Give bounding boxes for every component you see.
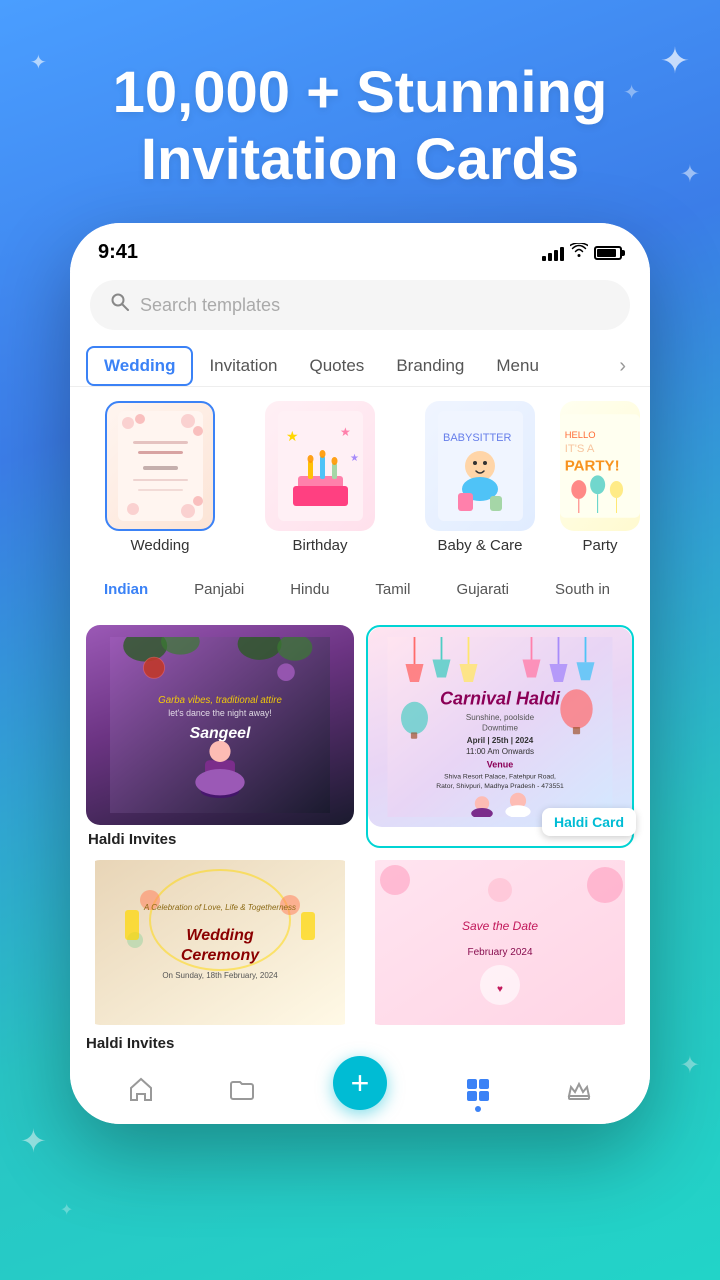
pill-gujarati[interactable]: Gujarati [438, 574, 527, 605]
search-placeholder: Search templates [140, 295, 280, 316]
pill-indian[interactable]: Indian [86, 574, 166, 605]
pill-hindu[interactable]: Hindu [272, 574, 347, 605]
bottom-nav: + [70, 1062, 650, 1124]
signal-icon [542, 245, 564, 261]
tabs-more-arrow[interactable]: › [611, 347, 634, 386]
battery-icon [594, 246, 622, 260]
card-wedding-2[interactable]: Save the Date February 2024 ♥ [366, 860, 634, 1025]
svg-text:February 2024: February 2024 [467, 947, 532, 958]
svg-text:PARTY!: PARTY! [565, 458, 620, 475]
svg-text:HELLO: HELLO [565, 429, 596, 440]
wifi-icon [570, 243, 588, 262]
pill-tamil[interactable]: Tamil [357, 574, 428, 605]
nav-crown[interactable] [565, 1076, 593, 1104]
svg-text:Ceremony: Ceremony [181, 947, 260, 964]
svg-text:Carnival Haldi: Carnival Haldi [440, 689, 561, 709]
haldi-card-badge: Haldi Card [542, 808, 636, 836]
phone-mockup: 9:41 Search [70, 223, 650, 1124]
pill-panjabi[interactable]: Panjabi [176, 574, 262, 605]
pill-south[interactable]: South in [537, 574, 628, 605]
tab-invitation[interactable]: Invitation [193, 346, 293, 386]
template-icon-baby[interactable]: BABYSITTER Baby & Care [400, 401, 560, 554]
status-time: 9:41 [98, 241, 138, 264]
svg-text:♥: ♥ [497, 984, 503, 995]
template-icons-row: Wedding ★ [70, 387, 650, 564]
search-icon [110, 292, 130, 318]
svg-text:11:00 Am Onwards: 11:00 Am Onwards [466, 747, 534, 756]
hero-title-line2: Invitation Cards [141, 127, 579, 192]
card-haldi-invites[interactable]: Garba vibes, traditional attire let's da… [86, 625, 354, 848]
template-icon-wedding[interactable]: Wedding [80, 401, 240, 554]
tab-quotes[interactable]: Quotes [294, 346, 381, 386]
svg-text:Downtime: Downtime [482, 724, 518, 733]
tab-menu[interactable]: Menu [480, 346, 555, 386]
card-carnival-haldi[interactable]: Carnival Haldi Sunshine, poolside Downti… [366, 625, 634, 848]
card-wedding-ceremony[interactable]: A Celebration of Love, Life & Togetherne… [86, 860, 354, 1025]
svg-text:Venue: Venue [487, 760, 514, 770]
cards-grid: Garba vibes, traditional attire let's da… [70, 615, 650, 1035]
fab-create[interactable]: + [333, 1056, 387, 1110]
template-icon-party[interactable]: HELLO IT'S A PARTY! Party [560, 401, 640, 554]
category-tabs: Wedding Invitation Quotes Branding Menu … [70, 346, 650, 387]
search-bar[interactable]: Search templates [90, 280, 630, 330]
nav-templates[interactable] [464, 1076, 492, 1104]
hero-title-line1: 10,000 + Stunning [113, 60, 608, 125]
svg-text:Save the Date: Save the Date [462, 919, 538, 933]
svg-text:April | 25th | 2024: April | 25th | 2024 [467, 737, 534, 746]
svg-text:IT'S A: IT'S A [565, 443, 595, 455]
svg-text:BABYSITTER: BABYSITTER [443, 432, 512, 444]
template-icon-birthday[interactable]: ★ ★ ★ Birthday [240, 401, 400, 554]
svg-text:Sangeel: Sangeel [190, 726, 251, 743]
svg-text:★: ★ [286, 428, 299, 444]
svg-text:On Sunday, 18th February, 2024: On Sunday, 18th February, 2024 [162, 971, 278, 980]
card-haldi-invites-label: Haldi Invites [86, 1035, 354, 1052]
status-icons [542, 243, 622, 262]
svg-text:Rator, Shivpuri, Madhya Prades: Rator, Shivpuri, Madhya Pradesh - 473551 [436, 784, 564, 791]
nav-active-dot [475, 1106, 481, 1112]
hero-section: 10,000 + Stunning Invitation Cards [0, 0, 720, 223]
svg-text:★: ★ [340, 425, 351, 439]
svg-text:Sunshine, poolside: Sunshine, poolside [466, 713, 535, 722]
nav-home[interactable] [127, 1076, 155, 1104]
svg-text:Garba vibes, traditional attir: Garba vibes, traditional attire [158, 695, 282, 706]
nav-folder[interactable] [228, 1076, 256, 1104]
template-label-birthday: Birthday [292, 537, 347, 554]
svg-text:Shiva Resort Palace, Fatehpur: Shiva Resort Palace, Fatehpur Road, [444, 774, 556, 781]
svg-text:Wedding: Wedding [186, 927, 253, 944]
status-bar: 9:41 [70, 223, 650, 272]
svg-text:let's dance the night away!: let's dance the night away! [168, 709, 271, 719]
svg-text:★: ★ [350, 453, 359, 464]
template-label-wedding: Wedding [131, 537, 190, 554]
tab-branding[interactable]: Branding [380, 346, 480, 386]
svg-text:A Celebration of Love, Life &: A Celebration of Love, Life & Togetherne… [143, 903, 296, 912]
template-label-baby: Baby & Care [437, 537, 522, 554]
template-label-party: Party [582, 537, 617, 554]
card-label-haldi-invites: Haldi Invites [86, 831, 354, 848]
filter-pills: Indian Panjabi Hindu Tamil Gujarati Sout… [70, 564, 650, 615]
tab-wedding[interactable]: Wedding [86, 346, 193, 386]
